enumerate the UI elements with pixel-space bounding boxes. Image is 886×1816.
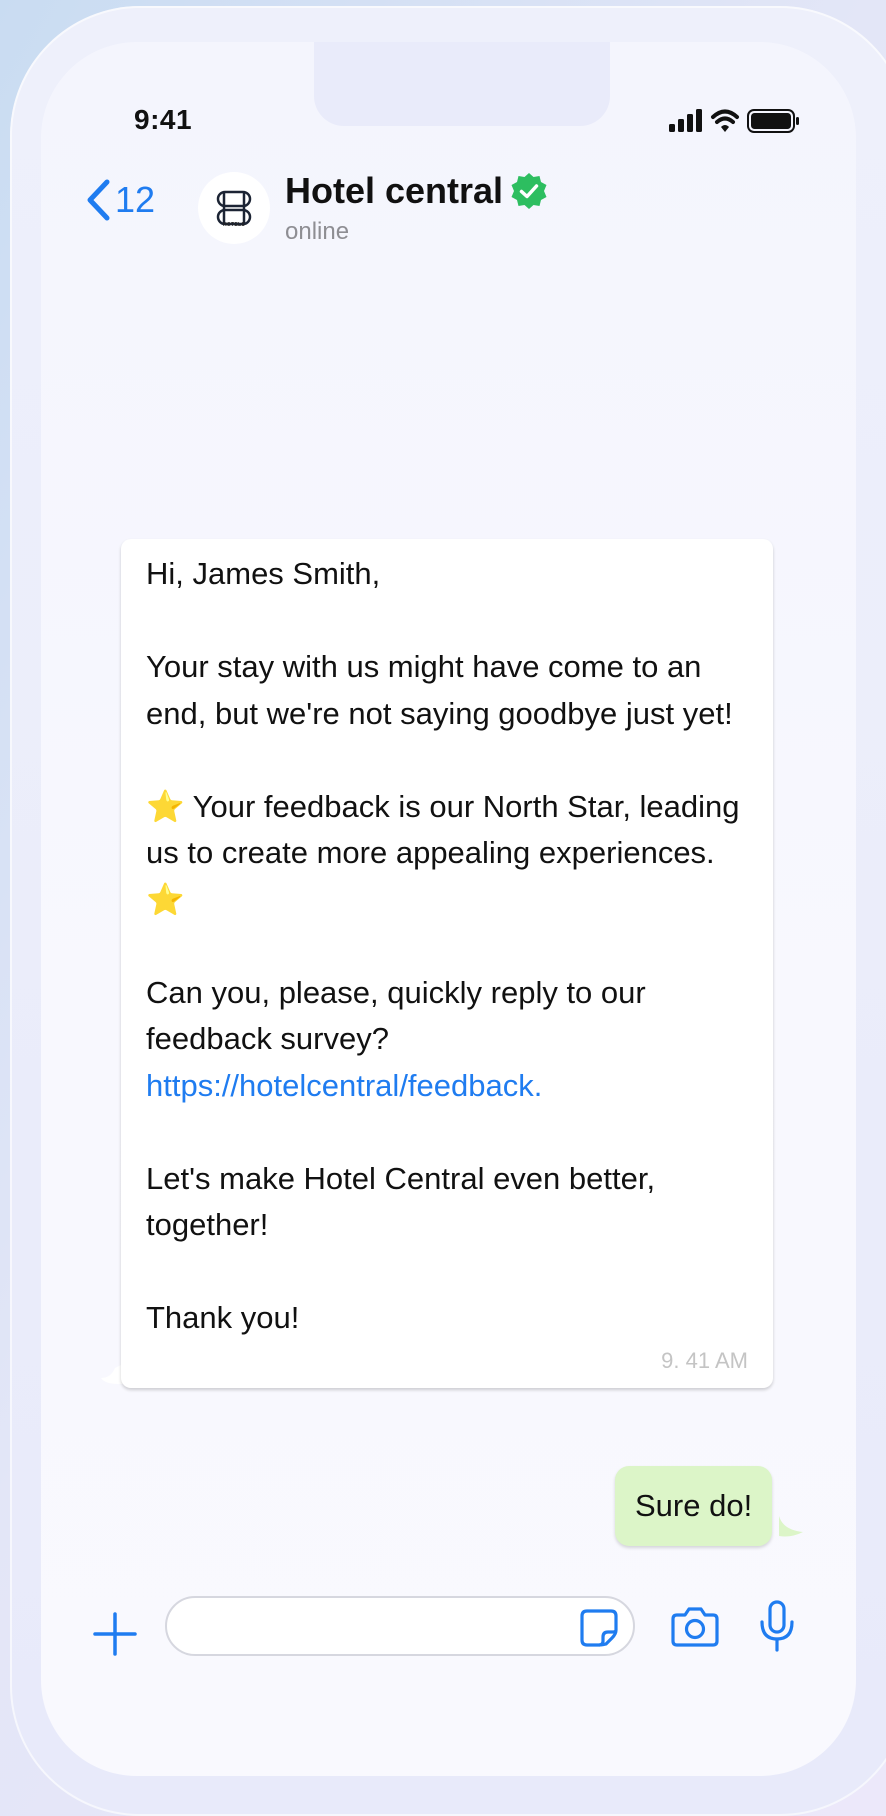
message-paragraph: Your stay with us might have come to an …: [146, 649, 733, 731]
contact-avatar[interactable]: HOTELS: [198, 172, 270, 244]
message-timestamp: 9. 41 AM: [661, 1347, 748, 1373]
status-icons: [669, 106, 809, 136]
notch: [314, 42, 610, 126]
verified-badge-icon: [511, 173, 547, 209]
message-greeting: Hi, James Smith,: [146, 556, 381, 591]
phone-screen: 9:41 12 HOTELS Hotel central online Hi, …: [41, 42, 856, 1776]
outgoing-bubble-tail: [779, 1516, 803, 1537]
message-input[interactable]: [165, 1596, 635, 1656]
status-time: 9:41: [134, 104, 193, 135]
message-paragraph: Can you, please, quickly reply to our fe…: [146, 974, 646, 1057]
feedback-link[interactable]: https://hotelcentral/feedback.: [146, 1063, 748, 1110]
contact-name[interactable]: Hotel central: [285, 170, 549, 212]
plus-icon[interactable]: [93, 1612, 137, 1656]
outgoing-message-bubble[interactable]: Sure do!: [615, 1466, 773, 1546]
signal-icon: [669, 109, 799, 133]
message-paragraph: ⭐ Your feedback is our North Star, leadi…: [146, 784, 748, 924]
star-emoji-icon: ⭐: [146, 881, 185, 917]
message-composer: [41, 1592, 856, 1676]
contact-name-text: Hotel central: [285, 170, 504, 211]
incoming-message-bubble[interactable]: Hi, James Smith, Your stay with us might…: [121, 539, 773, 1388]
avatar-label: HOTELS: [222, 222, 246, 228]
contact-status: online: [285, 218, 350, 245]
unread-count: 12: [115, 179, 156, 220]
battery-icon: [747, 109, 799, 133]
wifi-icon: [711, 109, 739, 132]
back-button[interactable]: 12: [85, 178, 155, 222]
message-closing: Thank you!: [146, 1300, 300, 1335]
message-text: Your feedback is our North Star, leading…: [146, 788, 740, 871]
chevron-left-icon: [87, 179, 110, 221]
microphone-icon[interactable]: [757, 1600, 797, 1652]
message-paragraph: Let's make Hotel Central even better, to…: [146, 1160, 656, 1243]
star-emoji-icon: ⭐: [146, 788, 185, 824]
sticker-icon[interactable]: [579, 1608, 619, 1648]
camera-icon[interactable]: [671, 1604, 719, 1648]
